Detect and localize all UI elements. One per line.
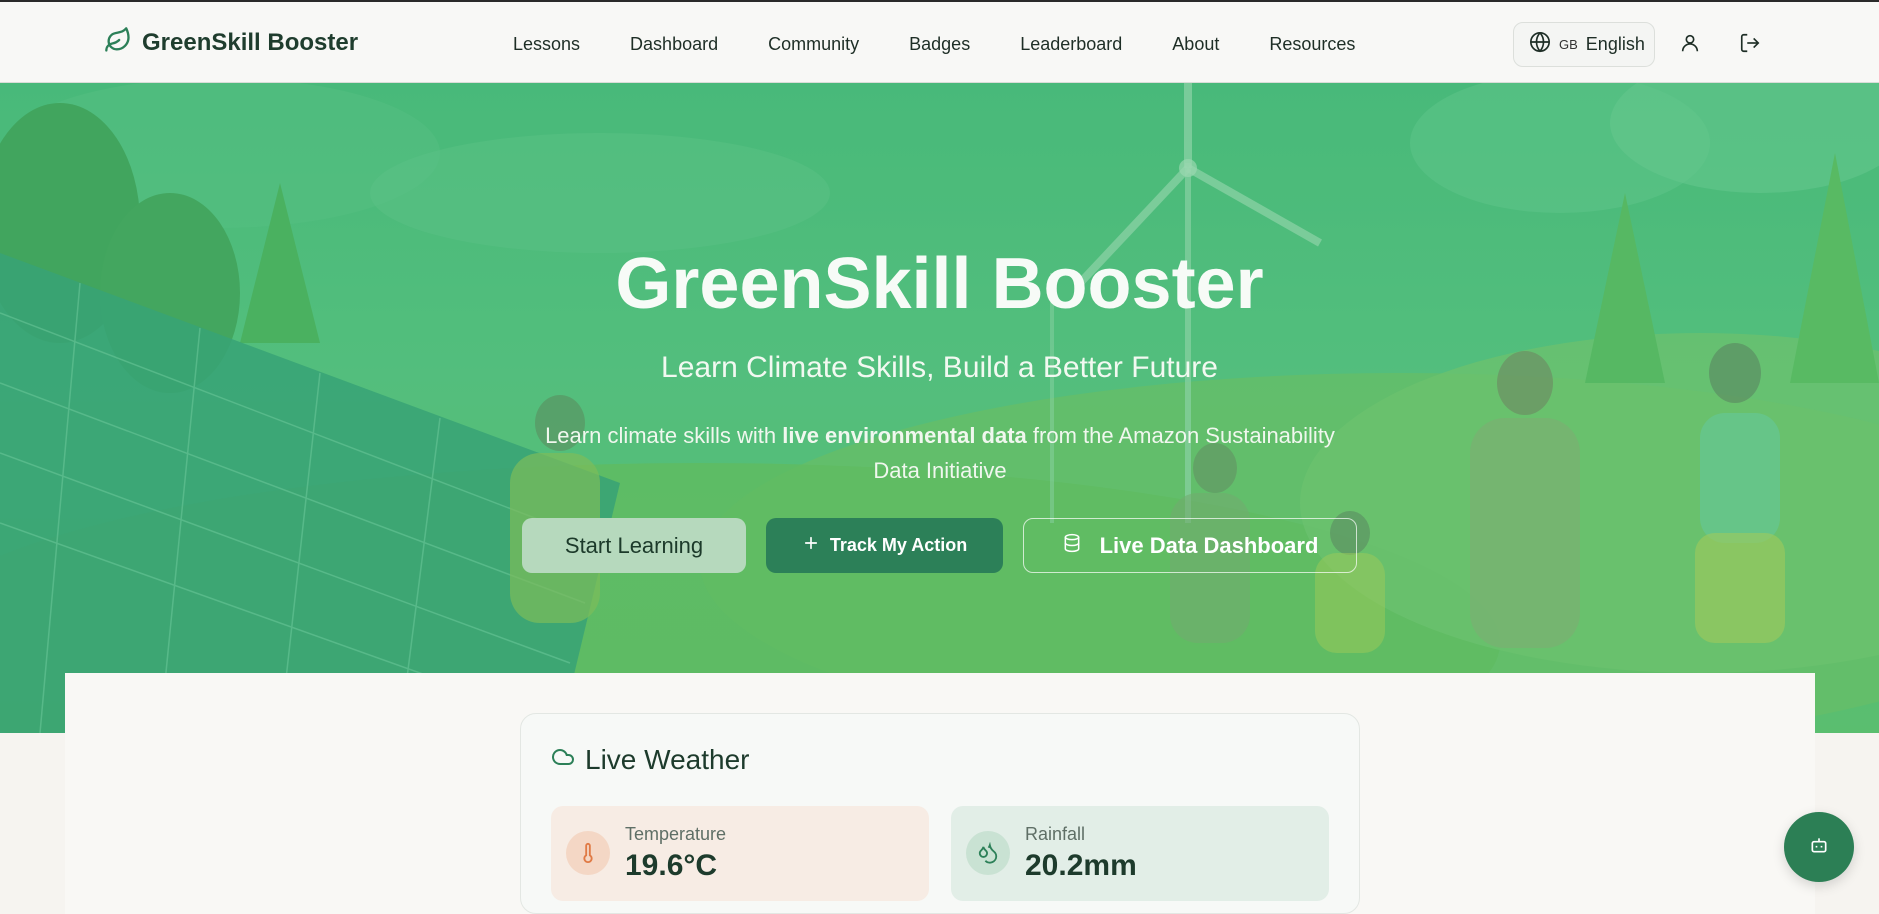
brand[interactable]: GreenSkill Booster — [104, 26, 358, 59]
hero-desc-bold: live environmental data — [782, 423, 1027, 448]
leaf-icon — [104, 26, 132, 59]
live-weather-card: Live Weather Temperature 19.6°C Rainfall… — [520, 713, 1360, 914]
bot-icon — [1809, 835, 1829, 860]
live-weather-header: Live Weather — [551, 744, 749, 776]
temperature-label: Temperature — [625, 824, 727, 844]
plus-icon — [802, 534, 820, 557]
track-my-action-button[interactable]: Track My Action — [766, 518, 1003, 573]
rainfall-tile: Rainfall 20.2mm — [951, 806, 1329, 901]
live-data-dashboard-label: Live Data Dashboard — [1099, 532, 1319, 558]
language-code: GB — [1559, 37, 1578, 52]
nav-badges[interactable]: Badges — [909, 34, 970, 55]
nav-lessons[interactable]: Lessons — [513, 34, 580, 55]
main-nav: Lessons Dashboard Community Badges Leade… — [513, 34, 1355, 55]
hero-subtitle: Learn Climate Skills, Build a Better Fut… — [661, 351, 1218, 384]
top-header: GreenSkill Booster Lessons Dashboard Com… — [0, 0, 1879, 83]
nav-dashboard[interactable]: Dashboard — [630, 34, 718, 55]
rainfall-value: 20.2mm — [1025, 849, 1137, 882]
start-learning-button[interactable]: Start Learning — [522, 518, 746, 573]
hero-description: Learn climate skills with live environme… — [520, 418, 1360, 488]
thermometer-icon — [566, 831, 610, 875]
hero-desc-part1: Learn climate skills with — [545, 423, 783, 448]
brand-name: GreenSkill Booster — [142, 28, 359, 56]
chatbot-button[interactable] — [1784, 812, 1854, 882]
hero-section: GreenSkill Booster Learn Climate Skills,… — [0, 83, 1879, 733]
nav-leaderboard[interactable]: Leaderboard — [1020, 34, 1122, 55]
live-weather-title: Live Weather — [585, 744, 750, 775]
language-selector[interactable]: GB English — [1513, 22, 1655, 67]
nav-resources[interactable]: Resources — [1269, 34, 1355, 55]
nav-about[interactable]: About — [1172, 34, 1219, 55]
start-learning-label: Start Learning — [564, 532, 704, 558]
user-icon[interactable] — [1679, 32, 1701, 54]
language-label: English — [1585, 34, 1645, 54]
hero-title: GreenSkill Booster — [615, 244, 1264, 324]
logout-icon[interactable] — [1739, 32, 1761, 54]
temperature-tile: Temperature 19.6°C — [551, 806, 929, 901]
nav-community[interactable]: Community — [768, 34, 859, 55]
droplets-icon — [966, 831, 1010, 875]
globe-icon — [1529, 31, 1551, 58]
hero-illustration — [0, 83, 1879, 733]
database-icon — [1062, 533, 1082, 559]
temperature-value: 19.6°C — [625, 849, 718, 882]
live-data-dashboard-button[interactable]: Live Data Dashboard — [1023, 518, 1357, 573]
rainfall-label: Rainfall — [1025, 824, 1086, 844]
cloud-icon — [551, 744, 575, 776]
track-my-action-label: Track My Action — [829, 535, 968, 555]
